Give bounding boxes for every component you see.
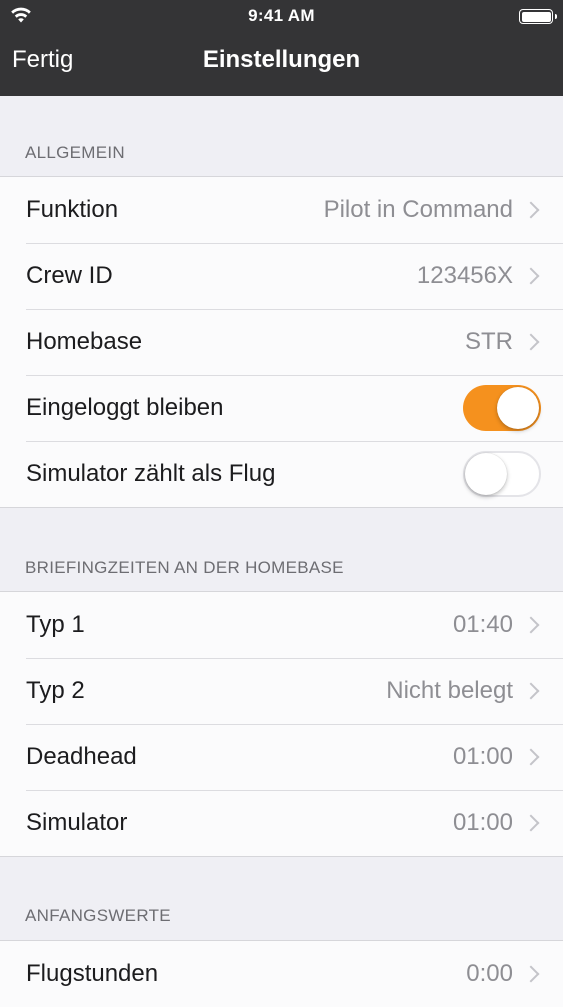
setting-row-homebase[interactable]: Homebase STR bbox=[0, 309, 563, 375]
row-value: 01:00 bbox=[452, 743, 513, 770]
row-value: 01:40 bbox=[452, 611, 513, 638]
chevron-right-icon bbox=[522, 267, 540, 285]
setting-row-eingeloggt-bleiben: Eingeloggt bleiben bbox=[0, 375, 563, 441]
setting-row-crew-id[interactable]: Crew ID 123456X bbox=[0, 243, 563, 309]
row-label: Funktion bbox=[26, 196, 119, 223]
setting-row-typ-2[interactable]: Typ 2 Nicht belegt bbox=[0, 658, 563, 724]
toggle-knob bbox=[497, 387, 539, 429]
simulator-counts-toggle[interactable] bbox=[463, 451, 541, 497]
chevron-right-icon bbox=[522, 201, 540, 219]
toggle-knob bbox=[465, 453, 507, 495]
section-header-briefingzeiten: BRIEFINGZEITEN AN DER HOMEBASE bbox=[25, 558, 344, 577]
settings-group-allgemein: Funktion Pilot in Command Crew ID 123456… bbox=[0, 176, 563, 508]
battery-icon bbox=[519, 9, 557, 24]
chevron-right-icon bbox=[522, 965, 540, 983]
settings-group-anfangswerte: Flugstunden 0:00 bbox=[0, 940, 563, 1007]
row-label: Eingeloggt bleiben bbox=[26, 394, 224, 421]
row-value: Nicht belegt bbox=[386, 677, 513, 704]
row-label: Typ 1 bbox=[26, 611, 85, 638]
section-header-allgemein: ALLGEMEIN bbox=[25, 143, 126, 162]
row-label: Typ 2 bbox=[26, 677, 85, 704]
row-value: 01:00 bbox=[452, 809, 513, 836]
setting-row-deadhead[interactable]: Deadhead 01:00 bbox=[0, 724, 563, 790]
setting-row-funktion[interactable]: Funktion Pilot in Command bbox=[0, 177, 563, 243]
status-time: 9:41 AM bbox=[248, 6, 315, 25]
setting-row-simulator[interactable]: Simulator 01:00 bbox=[0, 790, 563, 856]
stay-logged-in-toggle[interactable] bbox=[463, 385, 541, 431]
section-header-anfangswerte: ANFANGSWERTE bbox=[25, 906, 171, 925]
chevron-right-icon bbox=[522, 814, 540, 832]
chevron-right-icon bbox=[522, 682, 540, 700]
row-label: Homebase bbox=[26, 328, 143, 355]
chevron-right-icon bbox=[522, 333, 540, 351]
setting-row-simulator-zaehlt: Simulator zählt als Flug bbox=[0, 441, 563, 507]
row-label: Simulator zählt als Flug bbox=[26, 460, 276, 487]
status-bar: 9:41 AM bbox=[0, 0, 563, 32]
page-title: Einstellungen bbox=[202, 46, 361, 73]
row-value: 123456X bbox=[416, 262, 513, 289]
settings-group-briefingzeiten: Typ 1 01:40 Typ 2 Nicht belegt Deadhead … bbox=[0, 591, 563, 857]
row-value: Pilot in Command bbox=[323, 196, 513, 223]
chevron-right-icon bbox=[522, 616, 540, 634]
row-label: Crew ID bbox=[26, 262, 113, 289]
row-label: Simulator bbox=[26, 809, 128, 836]
row-value: 0:00 bbox=[466, 960, 513, 987]
setting-row-flugstunden[interactable]: Flugstunden 0:00 bbox=[0, 941, 563, 1007]
chevron-right-icon bbox=[522, 748, 540, 766]
navigation-bar: 9:41 AM Fertig Einstellungen bbox=[0, 0, 563, 96]
row-label: Deadhead bbox=[26, 743, 137, 770]
setting-row-typ-1[interactable]: Typ 1 01:40 bbox=[0, 592, 563, 658]
row-label: Flugstunden bbox=[26, 960, 159, 987]
row-value: STR bbox=[465, 328, 513, 355]
